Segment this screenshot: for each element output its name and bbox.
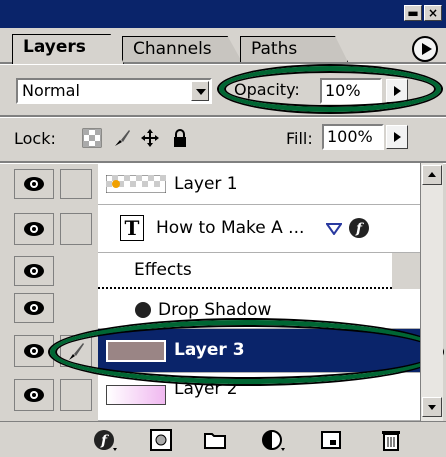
fill-slider-button[interactable] — [386, 125, 408, 149]
link-toggle[interactable] — [60, 169, 92, 199]
layer-thumbnail — [106, 340, 166, 362]
blend-mode-select[interactable]: Normal — [16, 78, 212, 104]
blend-mode-value: Normal — [22, 81, 80, 100]
brush-icon — [69, 343, 84, 360]
layer-name: How to Make A ... — [156, 218, 305, 238]
visibility-toggle[interactable] — [14, 379, 54, 411]
eye-icon — [24, 177, 44, 191]
layer-content: Layer 3 — [98, 329, 420, 373]
layer-style-icon[interactable]: f — [92, 428, 118, 452]
effect-name: Drop Shadow — [158, 300, 272, 320]
link-toggle[interactable] — [60, 379, 92, 411]
lock-label: Lock: — [14, 129, 56, 148]
layer-row-selected[interactable]: Layer 3 — [0, 329, 420, 373]
minimize-button[interactable]: ▬ — [404, 5, 422, 21]
visibility-toggle[interactable] — [14, 256, 54, 286]
adjustment-layer-icon[interactable] — [260, 428, 286, 452]
effect-row[interactable]: Drop Shadow — [0, 289, 420, 329]
scroll-down-button[interactable] — [422, 397, 442, 417]
layer-name: Layer 3 — [174, 340, 245, 360]
bottom-toolbar: f — [0, 421, 446, 457]
palette-tabs: Layers Channels Paths — [0, 28, 446, 64]
palette-titlebar: ▬ × — [0, 0, 446, 28]
close-button[interactable]: × — [424, 5, 442, 21]
expand-effects-icon[interactable] — [326, 223, 342, 235]
layer-thumbnail — [106, 385, 166, 405]
lock-fill-row: Lock: Fill: 100% — [0, 116, 446, 162]
layer-content: Layer 2 — [98, 373, 420, 421]
arrow-down-icon — [428, 405, 436, 410]
scroll-up-button[interactable] — [422, 165, 442, 185]
effects-content: Effects — [98, 253, 392, 289]
visibility-toggle[interactable] — [14, 169, 54, 199]
link-toggle[interactable] — [60, 335, 92, 367]
visibility-toggle[interactable] — [14, 335, 54, 367]
layer-name: Layer 1 — [174, 174, 238, 194]
layers-list: Layer 1 T How to Make A ... f Effects Dr… — [0, 163, 420, 421]
link-toggle[interactable] — [60, 213, 92, 245]
tab-channels[interactable]: Channels — [122, 36, 242, 62]
effect-icon — [135, 302, 151, 318]
layer-row[interactable]: Layer 2 — [0, 373, 420, 421]
brush-icon[interactable] — [112, 128, 132, 148]
tab-layers[interactable]: Layers — [12, 34, 124, 64]
fill-label: Fill: — [286, 129, 313, 148]
chevron-down-icon[interactable] — [191, 81, 209, 101]
arrow-up-icon — [428, 172, 436, 177]
move-icon[interactable] — [140, 128, 160, 148]
fill-input[interactable]: 100% — [322, 124, 384, 150]
eye-icon — [24, 264, 44, 278]
eye-icon — [24, 222, 44, 236]
trash-icon[interactable] — [378, 428, 404, 452]
layer-thumbnail — [106, 175, 166, 193]
text-layer-icon: T — [120, 215, 144, 241]
effects-row[interactable]: Effects — [0, 253, 420, 289]
eye-icon — [24, 344, 44, 358]
highlight-oval-opacity — [219, 66, 441, 112]
eye-icon — [24, 301, 44, 315]
visibility-toggle[interactable] — [14, 213, 54, 245]
visibility-toggle[interactable] — [14, 293, 54, 323]
layer-mask-icon[interactable] — [148, 428, 174, 452]
tab-paths[interactable]: Paths — [240, 36, 348, 62]
lock-transparency-icon[interactable] — [82, 128, 102, 148]
layer-row[interactable]: Layer 1 — [0, 163, 420, 205]
palette-menu-button[interactable] — [412, 36, 438, 62]
new-group-icon[interactable] — [202, 428, 228, 452]
effects-label: Effects — [134, 260, 192, 280]
lock-icon[interactable] — [170, 128, 190, 148]
eye-icon — [24, 388, 44, 402]
layer-content: T How to Make A ... f — [98, 205, 420, 253]
layer-name: Layer 2 — [174, 379, 238, 399]
layer-row[interactable]: T How to Make A ... f — [0, 205, 420, 253]
scrollbar[interactable] — [420, 163, 443, 421]
layer-effects-icon[interactable]: f — [348, 217, 370, 239]
layer-content: Layer 1 — [98, 163, 420, 205]
effect-content: Drop Shadow — [98, 289, 420, 329]
new-layer-icon[interactable] — [318, 428, 344, 452]
